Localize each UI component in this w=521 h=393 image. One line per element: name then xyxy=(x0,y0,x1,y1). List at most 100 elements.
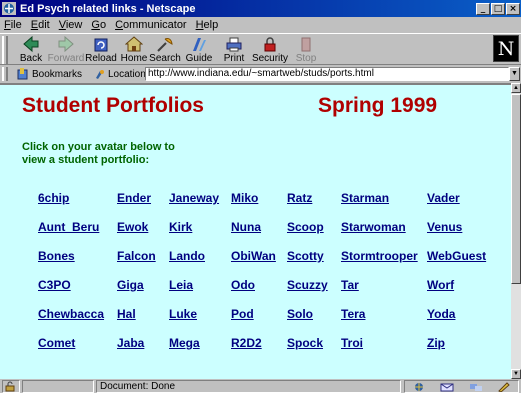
stop-icon xyxy=(301,37,311,52)
stop-button[interactable]: Stop xyxy=(287,35,325,65)
portfolio-link[interactable]: Bones xyxy=(38,249,75,263)
menu-bar: File Edit View Go Communicator Help xyxy=(0,17,521,32)
status-bar: Document: Done xyxy=(0,379,521,393)
stop-label: Stop xyxy=(295,53,317,64)
maximize-button[interactable]: □ xyxy=(491,2,505,15)
portfolio-link[interactable]: Hal xyxy=(117,307,136,321)
portfolio-link[interactable]: Giga xyxy=(117,278,144,292)
instructions-text: Click on your avatar below to view a stu… xyxy=(22,141,175,166)
portfolio-link[interactable]: Janeway xyxy=(169,191,219,205)
portfolio-link[interactable]: Troi xyxy=(341,336,363,350)
portfolio-link[interactable]: Vader xyxy=(427,191,460,205)
portfolio-link[interactable]: Luke xyxy=(169,307,197,321)
discussion-icon[interactable] xyxy=(469,382,483,392)
mail-icon[interactable] xyxy=(440,382,454,392)
search-icon xyxy=(157,38,173,52)
portfolio-link[interactable]: Falcon xyxy=(117,249,156,263)
menu-view[interactable]: View xyxy=(59,19,83,31)
guide-button[interactable]: Guide xyxy=(180,35,218,65)
netscape-logo-icon[interactable]: N xyxy=(493,35,519,62)
menu-go[interactable]: Go xyxy=(91,19,106,31)
portfolio-link[interactable]: Worf xyxy=(427,278,454,292)
printer-icon xyxy=(226,37,242,52)
print-button[interactable]: Print xyxy=(215,35,253,65)
portfolio-link[interactable]: Kirk xyxy=(169,220,192,234)
reload-icon xyxy=(94,38,108,52)
back-label: Back xyxy=(19,53,43,64)
url-dropdown-button[interactable]: ▼ xyxy=(509,67,520,81)
portfolio-link[interactable]: Leia xyxy=(169,278,193,292)
security-button[interactable]: Security xyxy=(251,35,289,65)
composer-icon[interactable] xyxy=(497,381,511,392)
scroll-down-arrow-icon[interactable]: ▼ xyxy=(511,369,521,379)
portfolio-link[interactable]: Lando xyxy=(169,249,205,263)
guide-label: Guide xyxy=(185,53,213,64)
minimize-button[interactable]: _ xyxy=(476,2,490,15)
portfolio-link[interactable]: Pod xyxy=(231,307,254,321)
bookmarks-button[interactable]: Bookmarks xyxy=(16,67,82,81)
status-message-cell: Document: Done xyxy=(96,380,401,393)
portfolio-link[interactable]: ObiWan xyxy=(231,249,276,263)
page-title: Student Portfolios xyxy=(22,94,204,117)
portfolio-link[interactable]: Yoda xyxy=(427,307,455,321)
portfolio-link[interactable]: Aunt_Beru xyxy=(38,220,99,234)
bookmarks-label: Bookmarks xyxy=(32,68,83,80)
page-proxy-icon[interactable] xyxy=(94,68,106,80)
netscape-window-icon xyxy=(2,2,16,15)
back-button[interactable]: Back xyxy=(12,35,50,65)
portfolio-link[interactable]: Miko xyxy=(231,191,258,205)
menu-help[interactable]: Help xyxy=(196,19,219,31)
page-content: Student Portfolios Spring 1999 Click on … xyxy=(0,83,511,379)
portfolio-link[interactable]: Zip xyxy=(427,336,445,350)
portfolio-link[interactable]: Starman xyxy=(341,191,389,205)
portfolio-link[interactable]: Jaba xyxy=(117,336,144,350)
toolbar-grip[interactable] xyxy=(2,36,8,64)
forward-label: Forward xyxy=(47,53,85,64)
print-label: Print xyxy=(223,53,245,64)
search-label: Search xyxy=(149,53,181,64)
portfolio-link[interactable]: Scuzzy xyxy=(287,278,328,292)
portfolio-link[interactable]: Ender xyxy=(117,191,151,205)
url-input[interactable]: http://www.indiana.edu/~smartweb/studs/p… xyxy=(145,67,509,81)
portfolio-link[interactable]: Comet xyxy=(38,336,75,350)
forward-button[interactable]: Forward xyxy=(47,35,85,65)
location-label-group: Location: xyxy=(94,67,149,81)
search-button[interactable]: Search xyxy=(146,35,184,65)
scroll-up-arrow-icon[interactable]: ▲ xyxy=(511,83,521,93)
portfolio-link[interactable]: Odo xyxy=(231,278,255,292)
close-button[interactable]: × xyxy=(506,2,520,15)
security-status-icon[interactable] xyxy=(2,380,20,393)
portfolio-link[interactable]: Nuna xyxy=(231,220,261,234)
portfolio-link[interactable]: Scoop xyxy=(287,220,324,234)
progress-cell xyxy=(22,380,94,393)
portfolio-link[interactable]: Ewok xyxy=(117,220,148,234)
navigator-icon[interactable] xyxy=(412,382,426,392)
vertical-scrollbar[interactable]: ▲ ▼ xyxy=(511,83,521,379)
menu-file[interactable]: File xyxy=(4,19,22,31)
portfolio-link[interactable]: Tera xyxy=(341,307,365,321)
menu-communicator[interactable]: Communicator xyxy=(115,19,187,31)
portfolio-link[interactable]: C3PO xyxy=(38,278,71,292)
location-label: Location: xyxy=(108,68,149,80)
portfolio-link[interactable]: Starwoman xyxy=(341,220,406,234)
component-bar xyxy=(404,380,519,393)
portfolio-link[interactable]: Spock xyxy=(287,336,323,350)
portfolio-link[interactable]: R2D2 xyxy=(231,336,262,350)
portfolio-link[interactable]: 6chip xyxy=(38,191,69,205)
window-title: Ed Psych related links - Netscape xyxy=(20,2,196,15)
portfolio-link[interactable]: Venus xyxy=(427,220,462,234)
portfolio-link[interactable]: Tar xyxy=(341,278,359,292)
scroll-thumb[interactable] xyxy=(511,94,521,284)
portfolio-link[interactable]: Chewbacca xyxy=(38,307,104,321)
portfolio-link[interactable]: Solo xyxy=(287,307,313,321)
portfolio-link[interactable]: Mega xyxy=(169,336,200,350)
forward-arrow-icon xyxy=(58,36,74,53)
menu-edit[interactable]: Edit xyxy=(31,19,50,31)
portfolio-link[interactable]: Stormtrooper xyxy=(341,249,418,263)
portfolio-link[interactable]: Ratz xyxy=(287,191,312,205)
title-bar: Ed Psych related links - Netscape _ □ × xyxy=(0,0,521,17)
portfolio-link[interactable]: Scotty xyxy=(287,249,324,263)
home-icon xyxy=(125,36,143,52)
location-grip[interactable] xyxy=(2,67,8,81)
portfolio-link[interactable]: WebGuest xyxy=(427,249,486,263)
